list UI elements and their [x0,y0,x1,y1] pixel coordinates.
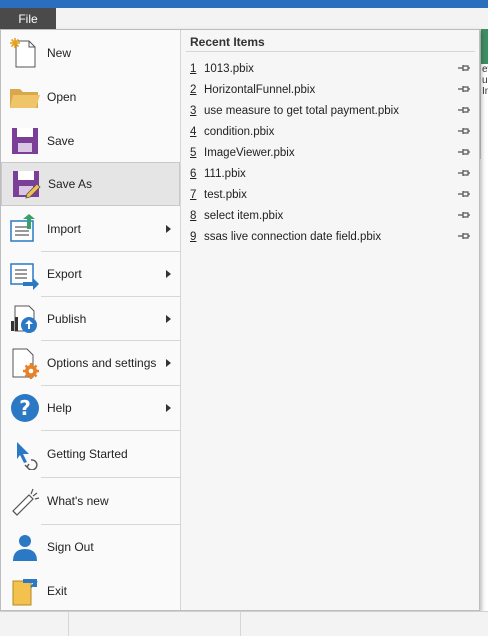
getting-started-icon [9,438,41,471]
recent-item-number: 9 [190,230,197,243]
recent-item-name: test.pbix [204,188,247,201]
pin-icon[interactable] [457,84,471,94]
recent-item[interactable]: 1 1013.pbix [182,58,479,79]
menu-item-sign-out[interactable]: Sign Out [1,525,180,569]
menu-item-whats-new[interactable]: What's new [1,478,180,524]
menu-item-label: Open [47,90,77,104]
menu-item-label: Exit [47,584,68,598]
menu-item-label: Sign Out [47,540,94,554]
menu-item-open[interactable]: Open [1,75,180,119]
pin-icon[interactable] [457,63,471,73]
recent-items-title: Recent Items [190,35,265,49]
export-icon [9,258,41,290]
recent-item-name: 111.pbix [204,167,246,180]
menu-item-label: Import [47,222,82,236]
menu-item-save[interactable]: Save [1,119,180,163]
recent-item[interactable]: 5 ImageViewer.pbix [182,142,479,163]
recent-item[interactable]: 2 HorizontalFunnel.pbix [182,79,479,100]
submenu-arrow-icon [166,315,171,323]
menu-item-label: Getting Started [47,447,128,461]
menu-item-label: Export [47,267,82,281]
pin-icon[interactable] [457,168,471,178]
recent-item[interactable]: 3 use measure to get total payment.pbix [182,100,479,121]
menu-item-help[interactable]: ? Help [1,386,180,430]
recent-item[interactable]: 9 ssas live connection date field.pbix [182,226,479,247]
recent-item-number: 2 [190,83,197,96]
menu-item-options-and-settings[interactable]: Options and settings [1,341,180,385]
submenu-arrow-icon [166,404,171,412]
file-menu: New Open Save Save As Import Export Publ… [0,29,480,611]
recent-item[interactable]: 4 condition.pbix [182,121,479,142]
recent-item-name: HorizontalFunnel.pbix [204,83,316,96]
megaphone-icon [9,485,41,517]
new-document-icon [9,37,41,69]
recent-items-divider [186,51,475,52]
menu-item-new[interactable]: New [1,31,180,75]
recent-item-name: condition.pbix [204,125,275,138]
save-icon [9,125,41,157]
save-as-icon [10,168,42,200]
recent-item-name: ssas live connection date field.pbix [204,230,382,243]
exit-icon [9,575,41,607]
ribbon-bar: File [0,8,488,30]
background-text-3: In [482,86,488,97]
background-text-1: ev [482,64,488,75]
recent-item-number: 1 [190,62,197,75]
recent-item-number: 7 [190,188,197,201]
recent-item-number: 4 [190,125,197,138]
background-ribbon-fragment: ev u In [480,29,488,159]
recent-item-number: 8 [190,209,197,222]
user-icon [9,531,41,563]
recent-items-pane: Recent Items 1 1013.pbix 2 HorizontalFun… [182,30,479,610]
recent-item-name: 1013.pbix [204,62,254,75]
recent-item-number: 5 [190,146,197,159]
svg-text:?: ? [19,396,31,420]
status-bar-divider [68,612,69,636]
submenu-arrow-icon [166,270,171,278]
menu-item-label: Save [47,134,75,148]
menu-item-label: What's new [47,494,109,508]
pin-icon[interactable] [457,105,471,115]
menu-item-label: Publish [47,312,87,326]
pin-icon[interactable] [457,231,471,241]
folder-icon [9,81,41,113]
options-icon [9,347,41,379]
file-menu-commands: New Open Save Save As Import Export Publ… [1,30,181,610]
recent-item[interactable]: 7 test.pbix [182,184,479,205]
submenu-arrow-icon [166,225,171,233]
recent-item-number: 6 [190,167,197,180]
recent-item[interactable]: 8 select item.pbix [182,205,479,226]
pin-icon[interactable] [457,210,471,220]
background-green-button [481,29,488,64]
menu-item-publish[interactable]: Publish [1,297,180,341]
menu-item-label: New [47,46,72,60]
menu-item-getting-started[interactable]: Getting Started [1,431,180,477]
menu-item-exit[interactable]: Exit [1,569,180,613]
recent-item-name: ImageViewer.pbix [204,146,295,159]
pin-icon[interactable] [457,126,471,136]
pin-icon[interactable] [457,189,471,199]
help-icon: ? [9,392,41,424]
recent-item-name: use measure to get total payment.pbix [204,104,399,117]
menu-item-label: Help [47,401,72,415]
status-bar [0,611,488,636]
menu-item-label: Options and settings [47,356,157,370]
submenu-arrow-icon [166,359,171,367]
menu-item-label: Save As [48,177,93,191]
recent-item-number: 3 [190,104,197,117]
menu-item-export[interactable]: Export [1,252,180,296]
menu-item-save-as[interactable]: Save As [1,162,180,206]
import-icon [9,213,41,245]
title-bar [0,0,488,8]
pin-icon[interactable] [457,147,471,157]
recent-item[interactable]: 6 111.pbix [182,163,479,184]
background-text-2: u [482,75,488,86]
status-bar-divider [240,612,241,636]
recent-item-name: select item.pbix [204,209,284,222]
file-tab[interactable]: File [0,8,56,29]
publish-icon [9,303,41,335]
menu-item-import[interactable]: Import [1,207,180,251]
